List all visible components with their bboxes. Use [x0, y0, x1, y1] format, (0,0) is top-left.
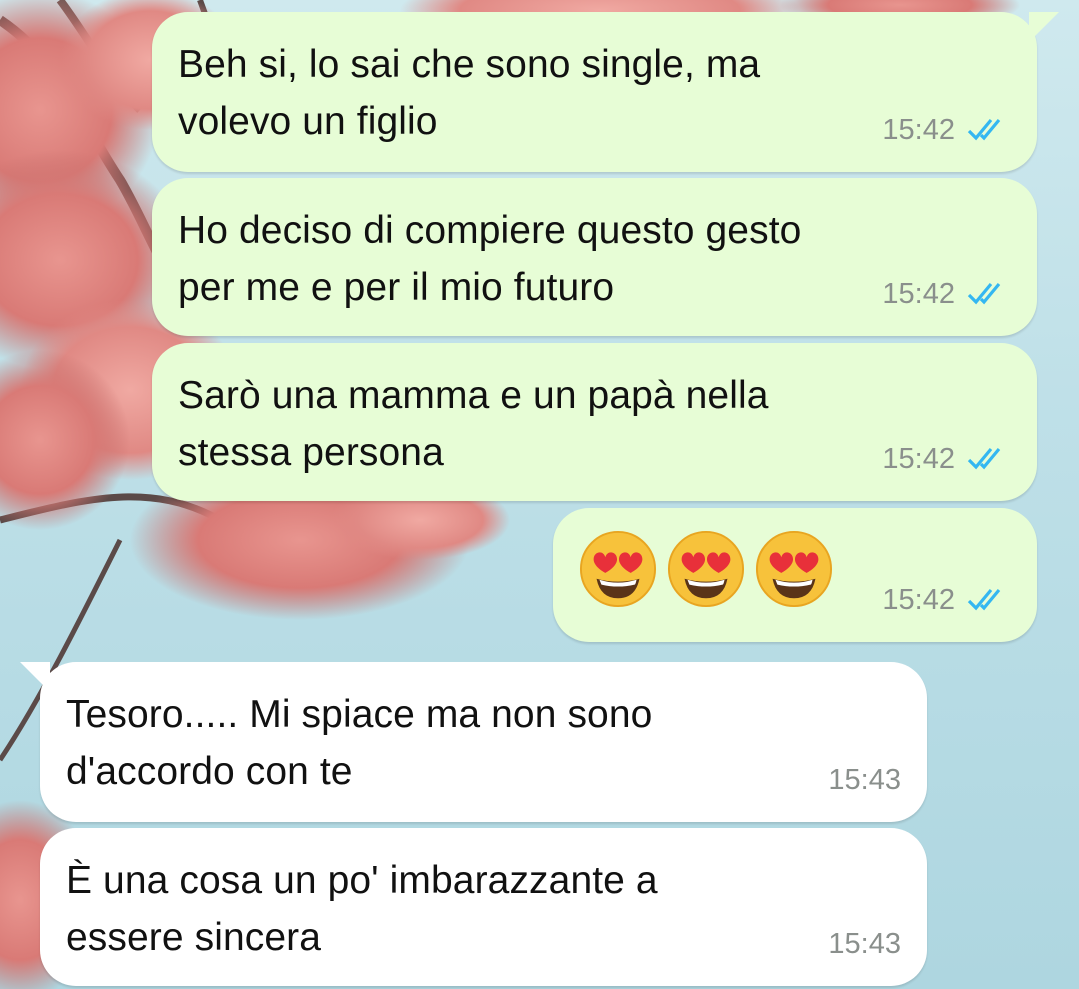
bubble-tail — [20, 662, 50, 692]
incoming-message[interactable]: È una cosa un po' imbarazzante a essere … — [40, 828, 927, 986]
double-check-icon — [967, 281, 1011, 307]
message-meta: 15:42 — [882, 580, 1011, 620]
outgoing-message[interactable]: Sarò una mamma e un papà nella stessa pe… — [152, 343, 1037, 501]
outgoing-message[interactable]: Ho deciso di compiere questo gesto per m… — [152, 178, 1037, 336]
message-time: 15:43 — [828, 927, 901, 960]
bubble-tail — [1029, 12, 1059, 42]
message-meta: 15:43 — [828, 760, 901, 800]
message-time: 15:42 — [882, 277, 955, 310]
message-text: È una cosa un po' imbarazzante a essere … — [66, 859, 658, 959]
outgoing-emoji-message[interactable]: 15:42 — [553, 508, 1037, 642]
outgoing-message[interactable]: Beh si, lo sai che sono single, ma volev… — [152, 12, 1059, 172]
message-text: Beh si, lo sai che sono single, ma volev… — [178, 43, 761, 143]
heart-eyes-emoji-icon — [667, 530, 745, 608]
message-text: Tesoro..... Mi spiace ma non sono d'acco… — [66, 693, 653, 793]
message-time: 15:42 — [882, 583, 955, 616]
message-time: 15:42 — [882, 113, 955, 146]
message-text: Ho deciso di compiere questo gesto per m… — [178, 209, 802, 309]
message-time: 15:42 — [882, 442, 955, 475]
double-check-icon — [967, 587, 1011, 613]
double-check-icon — [967, 446, 1011, 472]
emoji-row — [579, 530, 833, 608]
incoming-message[interactable]: Tesoro..... Mi spiace ma non sono d'acco… — [20, 662, 927, 822]
message-meta: 15:42 — [882, 274, 1011, 314]
message-meta: 15:42 — [882, 439, 1011, 479]
heart-eyes-emoji-icon — [579, 530, 657, 608]
heart-eyes-emoji-icon — [755, 530, 833, 608]
message-meta: 15:42 — [882, 110, 1011, 150]
double-check-icon — [967, 117, 1011, 143]
message-time: 15:43 — [828, 763, 901, 796]
message-meta: 15:43 — [828, 924, 901, 964]
message-text: Sarò una mamma e un papà nella stessa pe… — [178, 374, 769, 474]
